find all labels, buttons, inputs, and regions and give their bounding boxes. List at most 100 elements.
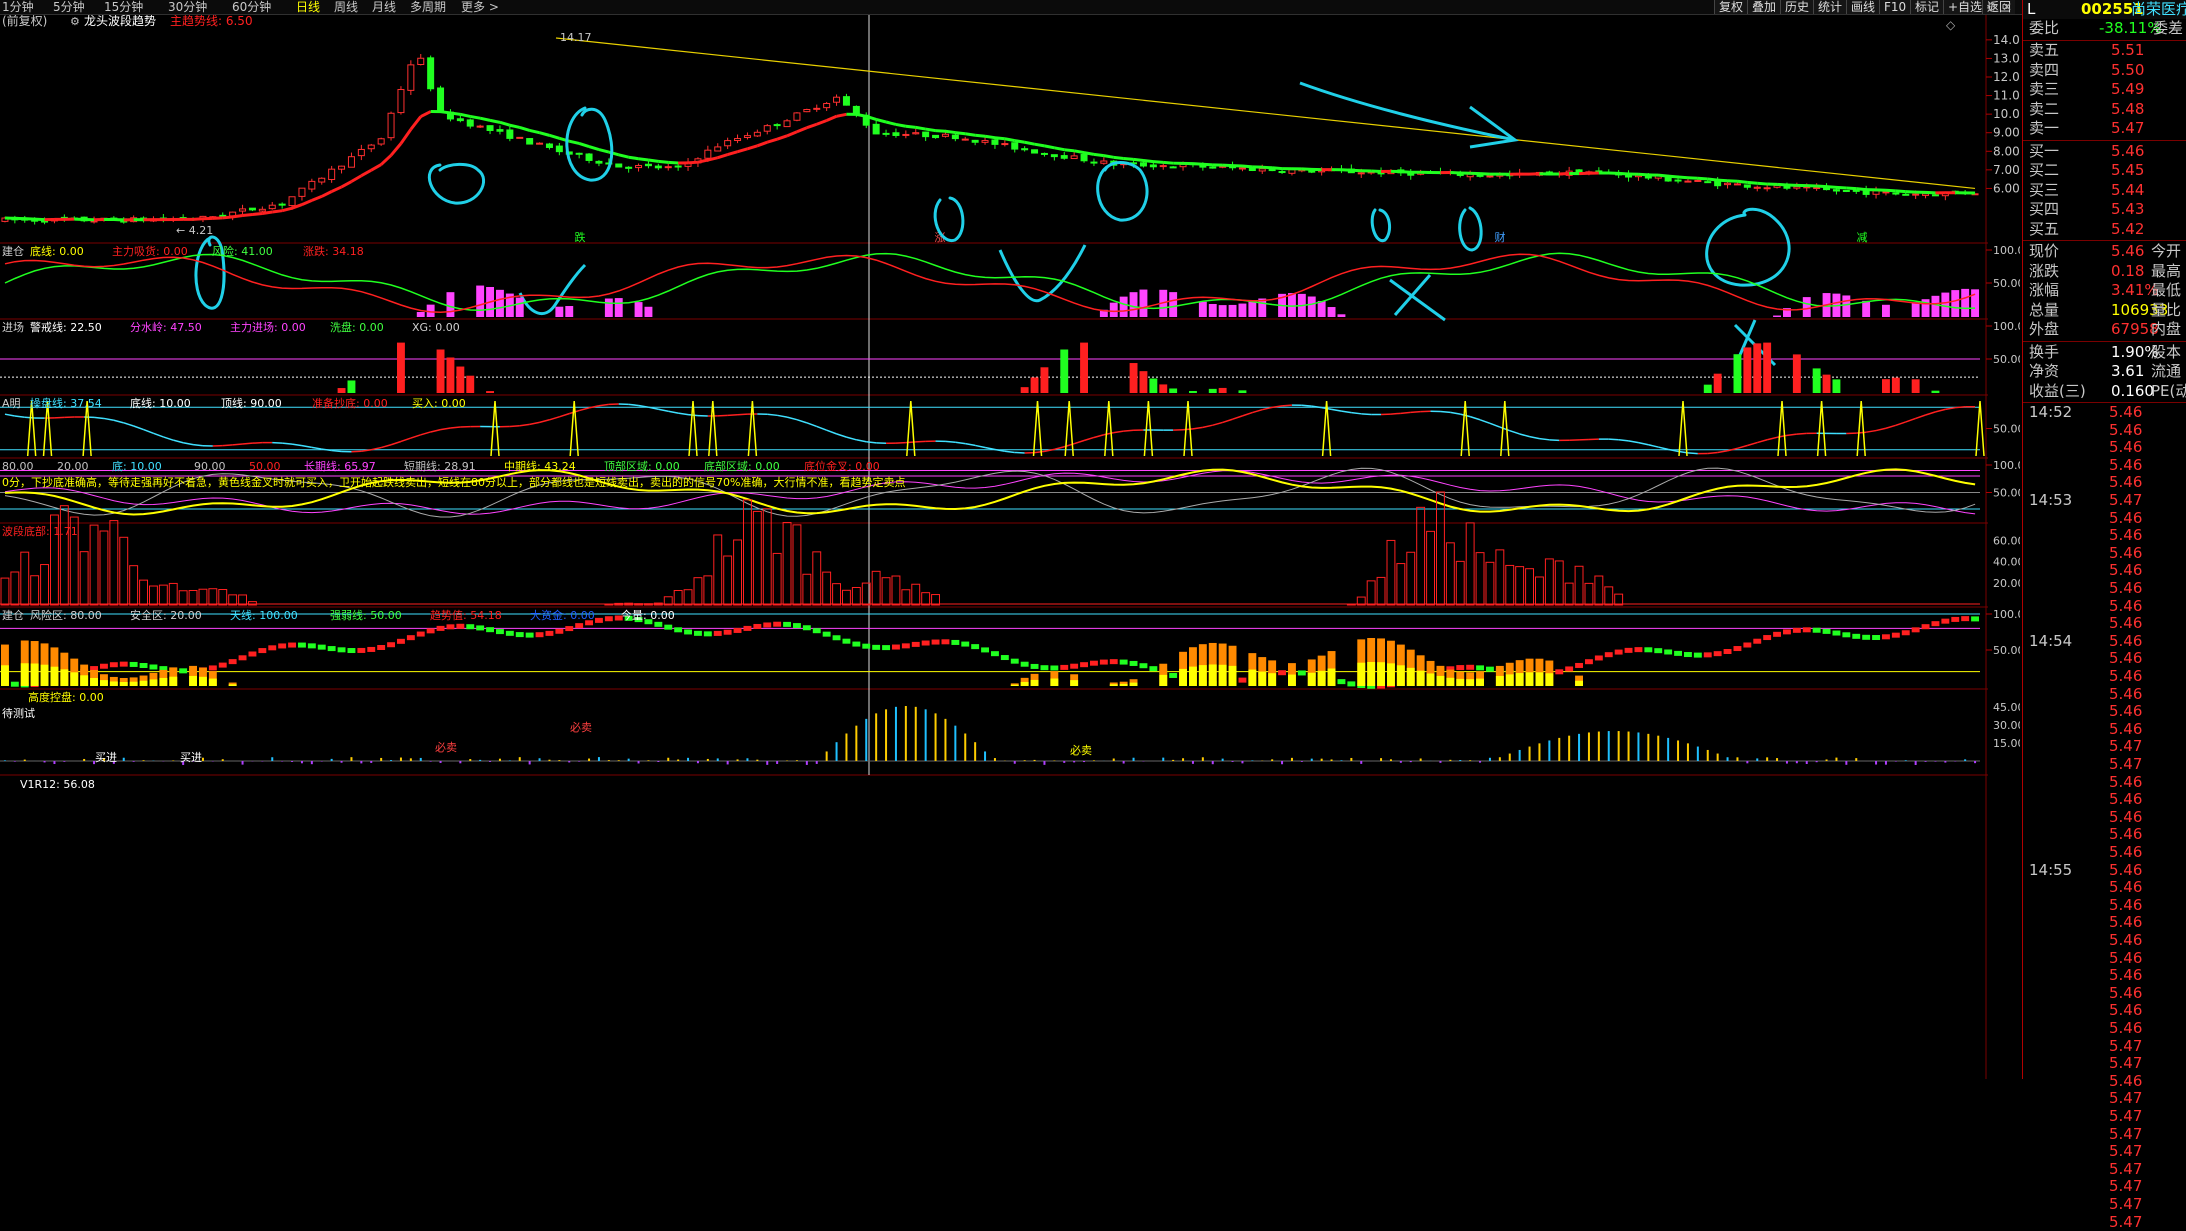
ask-row-3-value: 5.49 xyxy=(2111,80,2144,99)
candle-body xyxy=(834,97,840,102)
tick-price: 5.47 xyxy=(2109,1090,2142,1108)
operate-line xyxy=(223,445,233,446)
trend-step xyxy=(1575,663,1583,668)
period-tab-8[interactable]: 多周期 xyxy=(410,0,446,14)
candle-body xyxy=(1903,194,1909,195)
wave-bottom-bar xyxy=(793,525,801,605)
period-tab-4[interactable]: 60分钟 xyxy=(232,0,271,14)
trend-step xyxy=(1120,660,1128,665)
close-icon[interactable]: ✕ xyxy=(2002,0,2012,14)
trend-step xyxy=(971,644,979,649)
period-tab-3[interactable]: 30分钟 xyxy=(168,0,207,14)
stat2-row-1: 净资3.61流通 xyxy=(2029,362,2185,381)
high-price-label: 14.17 xyxy=(560,31,592,44)
period-tab-6[interactable]: 周线 xyxy=(334,0,358,14)
wave-bottom-bar xyxy=(1575,566,1583,605)
trend-step xyxy=(298,643,306,648)
trend-step xyxy=(1892,633,1900,638)
y-tick-label: 7.00 xyxy=(1993,163,2020,177)
toolbar-button-2[interactable]: 历史 xyxy=(1780,0,1813,14)
trend-ma-segment xyxy=(698,160,708,162)
candle-body xyxy=(1764,188,1770,189)
toolbar-button-7[interactable]: +自选 xyxy=(1943,0,1986,14)
stat-row-0: 现价5.46今开 xyxy=(2029,242,2185,261)
chart-title: (前复权) xyxy=(2,15,47,28)
trend-ma-segment xyxy=(757,142,767,146)
candle-body xyxy=(784,121,790,127)
tick-price: 5.47 xyxy=(2109,1126,2142,1144)
quote-header[interactable]: L 002551 尚荣医疗 xyxy=(2023,0,2186,19)
tick-price: 5.47 xyxy=(2109,492,2142,510)
tick-price: 5.46 xyxy=(2109,985,2142,1003)
candle-body xyxy=(546,144,552,147)
fund-bar-inner xyxy=(1318,671,1326,686)
toolbar-button-3[interactable]: 统计 xyxy=(1813,0,1846,14)
fund-bar-inner xyxy=(1456,679,1464,686)
period-tab-5[interactable]: 日线 xyxy=(296,0,320,14)
toolbar-button-4[interactable]: 画线 xyxy=(1846,0,1879,14)
entry-bar xyxy=(1892,378,1900,393)
operate-line xyxy=(1450,412,1460,414)
tick-row: 5.46 xyxy=(2029,721,2185,739)
wave-bottom-bar xyxy=(11,572,19,605)
tick-row: 5.47 xyxy=(2029,756,2185,774)
entry-bar xyxy=(1813,368,1821,393)
tick-row: 5.46 xyxy=(2029,1020,2185,1038)
candle-body xyxy=(527,139,533,145)
entry-bar xyxy=(1209,389,1217,393)
fund-bar-inner xyxy=(1209,664,1217,686)
quote-panel: L 002551 尚荣医疗 委比 -38.11% 委差 卖五5.51卖四5.50… xyxy=(2022,0,2186,1079)
signal-bar xyxy=(565,306,573,317)
toolbar-button-1[interactable]: 叠加 xyxy=(1747,0,1780,14)
period-tab-7[interactable]: 月线 xyxy=(372,0,396,14)
fund-bar-inner xyxy=(1397,665,1405,686)
operate-line xyxy=(1203,425,1213,427)
toolbar-button-5[interactable]: F10 xyxy=(1879,0,1910,14)
tick-row: 5.46 xyxy=(2029,686,2185,704)
oscillator-line xyxy=(5,253,1975,310)
stat2-row-0-right: 股本 xyxy=(2151,343,2181,362)
entry-bar xyxy=(1793,354,1801,393)
period-tab-2[interactable]: 15分钟 xyxy=(104,0,143,14)
toolbar-button-6[interactable]: 标记 xyxy=(1910,0,1943,14)
operate-line xyxy=(134,426,144,430)
settings-icon[interactable]: ⚙ xyxy=(1986,0,1997,14)
candle-body xyxy=(517,137,523,138)
trend-ma-segment xyxy=(351,176,361,182)
buy-spike xyxy=(570,401,578,456)
tick-row: 5.46 xyxy=(2029,897,2185,915)
tick-price: 5.46 xyxy=(2109,527,2142,545)
trend-ma-segment xyxy=(332,187,342,192)
ask-row-1-label: 卖一 xyxy=(2029,119,2059,138)
toolbar-button-0[interactable]: 复权 xyxy=(1714,0,1747,14)
y-tick-label: 50.00 xyxy=(1993,277,2020,290)
trend-step xyxy=(1239,678,1247,683)
signal-bar xyxy=(635,302,643,317)
operate-line xyxy=(1609,439,1619,440)
wave-bottom-bar xyxy=(1526,569,1534,605)
indicator-label: 80.00 xyxy=(2,460,34,473)
entry-bar xyxy=(1140,371,1148,393)
trend-ma-segment xyxy=(490,120,500,122)
period-tab-0[interactable]: 1分钟 xyxy=(2,0,34,14)
ask-row-2-label: 卖二 xyxy=(2029,100,2059,119)
wave-bottom-bar xyxy=(922,593,930,605)
kline-chart-area[interactable]: 14.0013.0012.0011.0010.009.008.007.006.0… xyxy=(0,15,2020,1079)
trend-step xyxy=(1021,662,1029,667)
trend-step xyxy=(1674,651,1682,656)
entry-bar xyxy=(1169,388,1177,393)
signal-bar xyxy=(1110,303,1118,317)
operate-line xyxy=(1866,431,1876,433)
trend-ma-segment xyxy=(747,146,757,149)
trend-ma-segment xyxy=(1134,159,1144,160)
trend-ma-segment xyxy=(421,112,431,117)
tick-price: 5.46 xyxy=(2109,598,2142,616)
trend-step xyxy=(951,640,959,645)
tick-price: 5.46 xyxy=(2109,545,2142,563)
tick-price: 5.47 xyxy=(2109,1055,2142,1073)
period-tab-9[interactable]: 更多 > xyxy=(461,0,499,14)
operate-line xyxy=(787,417,797,420)
period-tab-1[interactable]: 5分钟 xyxy=(53,0,85,14)
buy-spike xyxy=(1976,401,1984,456)
tick-row: 5.47 xyxy=(2029,1214,2185,1231)
